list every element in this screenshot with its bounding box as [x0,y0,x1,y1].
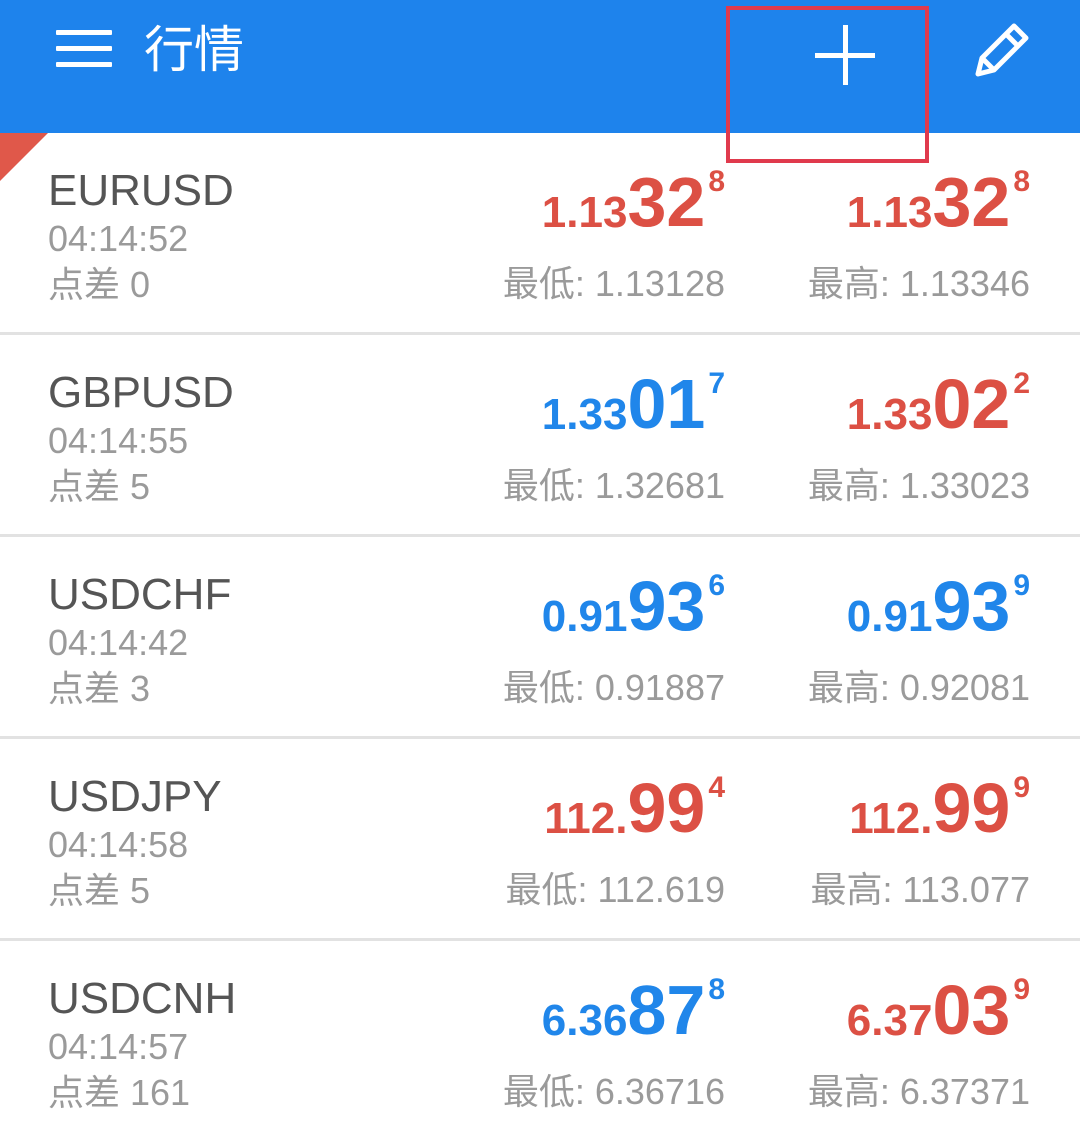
high-price: 最高: 1.33023 [807,465,1030,506]
quote-time: 04:14:55 [48,420,189,461]
price-prefix: 1.33 [541,390,628,439]
ask-price: 0.91 93 9 [846,565,1030,645]
price-prefix: 1.33 [846,390,933,439]
page-title: 行情 [144,22,244,78]
high-price: 最高: 1.13346 [807,263,1030,304]
quote-time: 04:14:42 [48,622,189,663]
menu-icon[interactable] [44,22,124,78]
price-prefix: 1.13 [846,188,933,237]
high-price: 最高: 0.92081 [807,667,1030,708]
symbol-name: USDCNH [48,974,237,1023]
ask-price: 1.13 32 8 [846,161,1030,241]
price-pips: 87 [627,971,706,1049]
spread-label: 点差 5 [48,466,151,507]
spread-label: 点差 0 [48,264,151,305]
price-prefix: 6.37 [846,996,933,1045]
low-price: 最低: 1.13128 [502,263,725,304]
quote-list: EURUSD 04:14:52 点差 0 1.13 32 8 1.13 32 8… [0,133,1080,1140]
price-pips: 32 [627,163,706,241]
high-price: 最高: 6.37371 [807,1071,1030,1112]
spread-label: 点差 161 [48,1072,191,1113]
bid-price: 1.33 01 7 [541,363,725,443]
quote-row[interactable]: USDCNH 04:14:57 点差 161 6.36 87 8 6.37 03… [0,941,1080,1140]
ask-price: 1.33 02 2 [846,363,1030,443]
pencil-icon[interactable] [962,12,1042,92]
spread-label: 点差 3 [48,668,151,709]
low-price: 最低: 0.91887 [502,667,725,708]
symbol-name: USDCHF [48,570,232,619]
price-pips: 99 [627,769,706,847]
price-prefix: 1.13 [541,188,628,237]
price-fraction: 6 [708,569,725,602]
bid-price: 112. 99 4 [544,767,725,847]
price-fraction: 4 [708,771,725,804]
bid-price: 0.91 93 6 [541,565,725,645]
ask-price: 6.37 03 9 [846,969,1030,1049]
high-price: 最高: 113.077 [810,869,1030,910]
quote-row[interactable]: USDCHF 04:14:42 点差 3 0.91 93 6 0.91 93 9… [0,537,1080,739]
symbol-name: GBPUSD [48,368,234,417]
price-pips: 93 [932,567,1011,645]
bid-price: 6.36 87 8 [541,969,725,1049]
price-fraction: 7 [708,367,725,400]
price-prefix: 0.91 [846,592,933,641]
low-price: 最低: 1.32681 [502,465,725,506]
symbol-name: USDJPY [48,772,222,821]
quote-time: 04:14:58 [48,824,189,865]
quote-time: 04:14:57 [48,1026,189,1067]
ask-price: 112. 99 9 [849,767,1030,847]
price-fraction: 8 [1013,165,1030,198]
low-price: 最低: 112.619 [505,869,725,910]
price-pips: 02 [932,365,1011,443]
quote-row[interactable]: GBPUSD 04:14:55 点差 5 1.33 01 7 1.33 02 2… [0,335,1080,537]
quote-time: 04:14:52 [48,218,189,259]
price-pips: 03 [932,971,1011,1049]
price-fraction: 9 [1013,973,1030,1006]
price-pips: 01 [627,365,706,443]
spread-label: 点差 5 [48,870,151,911]
price-fraction: 9 [1013,569,1030,602]
price-fraction: 2 [1013,367,1030,400]
app-bar: 行情 [0,0,1080,133]
quote-row[interactable]: USDJPY 04:14:58 点差 5 112. 99 4 112. 99 9… [0,739,1080,941]
price-prefix: 112. [544,794,628,843]
price-prefix: 6.36 [541,996,628,1045]
price-fraction: 8 [708,165,725,198]
price-fraction: 8 [708,973,725,1006]
symbol-name: EURUSD [48,166,234,215]
price-pips: 32 [932,163,1011,241]
bid-price: 1.13 32 8 [541,161,725,241]
quote-row[interactable]: EURUSD 04:14:52 点差 0 1.13 32 8 1.13 32 8… [0,133,1080,335]
price-prefix: 0.91 [541,592,628,641]
price-prefix: 112. [849,794,933,843]
alert-corner-flag [0,133,48,181]
price-pips: 99 [932,769,1011,847]
low-price: 最低: 6.36716 [502,1071,725,1112]
price-pips: 93 [627,567,706,645]
plus-icon[interactable] [790,10,900,100]
price-fraction: 9 [1013,771,1030,804]
